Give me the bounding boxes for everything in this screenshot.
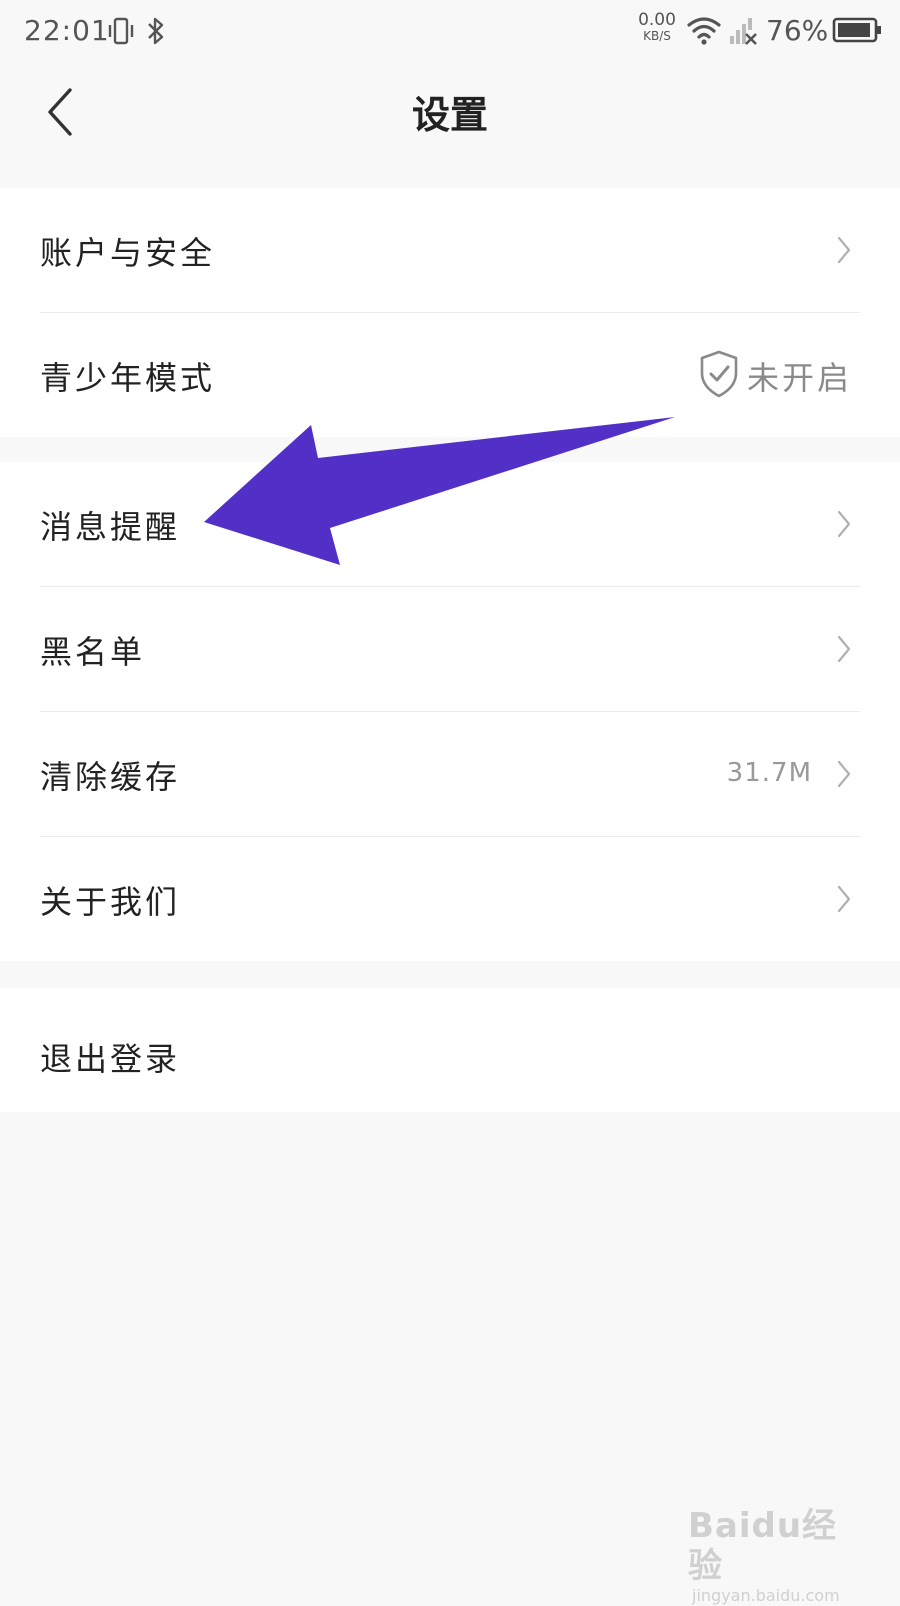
chevron-right-icon [837, 760, 851, 788]
settings-item-clear-cache[interactable]: 清除缓存 31.7M [40, 712, 860, 837]
watermark-brand: Baidu经验 [688, 1506, 838, 1586]
watermark-url: jingyan.baidu.com [692, 1586, 840, 1605]
settings-item-about-us[interactable]: 关于我们 [40, 837, 860, 961]
cache-size-value: 31.7M [726, 758, 812, 788]
chevron-right-icon [837, 510, 851, 538]
vibrate-icon [108, 17, 134, 45]
settings-item-label: 消息提醒 [40, 508, 181, 546]
cellular-signal-icon [730, 18, 757, 45]
settings-group-account: 账户与安全 青少年模式 未开启 [0, 188, 900, 437]
bluetooth-icon [148, 17, 164, 45]
settings-item-label: 青少年模式 [40, 359, 216, 397]
logout-label: 退出登录 [40, 1040, 181, 1078]
status-bar: 22:01 0.00 KB/S 76% [0, 0, 900, 64]
chevron-right-icon [837, 236, 851, 264]
chevron-right-icon [837, 635, 851, 663]
chevron-right-icon [837, 885, 851, 913]
logout-button[interactable]: 退出登录 [40, 988, 860, 1112]
network-speed-value: 0.00 [638, 10, 676, 30]
battery-percentage: 76% [766, 14, 829, 47]
settings-item-label: 关于我们 [40, 883, 181, 921]
settings-item-blacklist[interactable]: 黑名单 [40, 587, 860, 712]
baidu-jingyan-watermark: Baidu经验 jingyan.baidu.com [688, 1506, 868, 1606]
wifi-icon [687, 17, 721, 45]
page-title: 设置 [411, 92, 488, 137]
settings-item-label: 账户与安全 [40, 234, 216, 272]
settings-group-logout: 退出登录 [0, 988, 900, 1112]
settings-item-label: 清除缓存 [40, 758, 181, 796]
settings-item-account-security[interactable]: 账户与安全 [40, 188, 860, 313]
settings-item-notifications[interactable]: 消息提醒 [40, 462, 860, 587]
network-speed-unit: KB/S [643, 29, 671, 43]
battery-icon [832, 17, 881, 43]
settings-group-general: 消息提醒 黑名单 清除缓存 31.7M 关于我们 [0, 462, 900, 961]
network-speed: 0.00 KB/S [634, 12, 680, 44]
page-header: 设置 [0, 64, 900, 160]
shield-check-icon [700, 350, 738, 398]
status-time: 22:01 [24, 14, 110, 47]
settings-item-label: 黑名单 [40, 633, 146, 671]
settings-item-teen-mode[interactable]: 青少年模式 未开启 [40, 313, 860, 437]
teen-mode-status: 未开启 [746, 359, 852, 397]
